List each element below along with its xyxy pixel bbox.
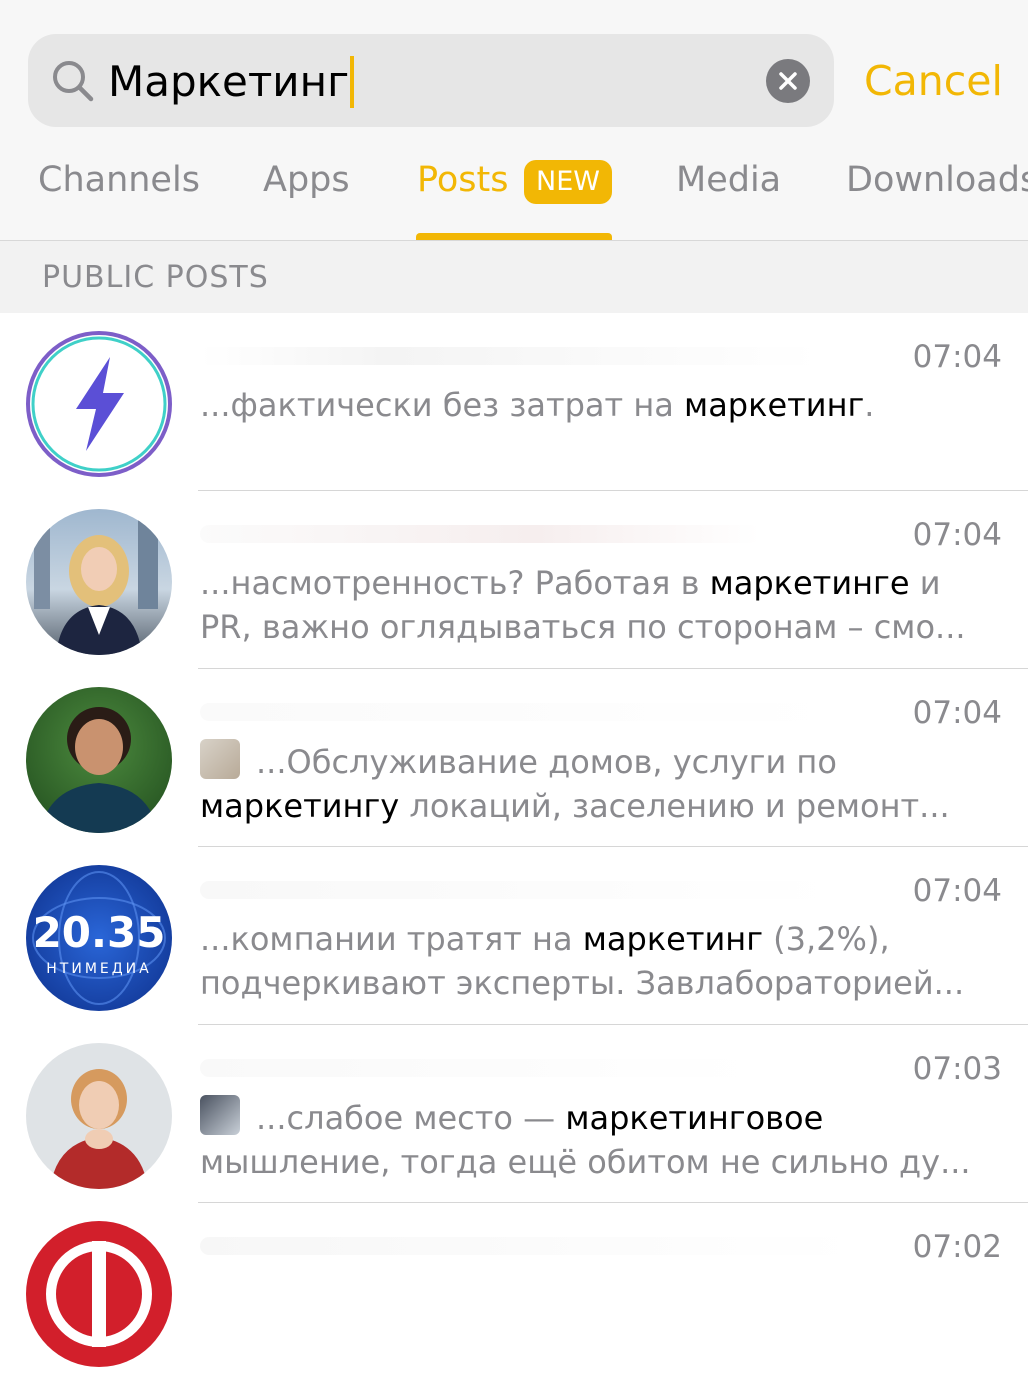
post-snippet: ...компании тратят на маркетинг (3,2%), … bbox=[200, 920, 965, 1002]
avatar bbox=[26, 1221, 172, 1367]
tab-posts[interactable]: Posts bbox=[417, 156, 508, 204]
list-item[interactable]: 07:04 ...Обслуживание домов, услуги по м… bbox=[0, 669, 1028, 847]
list-item[interactable]: 07:04 ...насмотренность? Работая в марке… bbox=[0, 491, 1028, 669]
list-item[interactable]: 07:02 bbox=[0, 1203, 1028, 1381]
text-caret bbox=[350, 56, 355, 108]
post-time: 07:04 bbox=[912, 873, 1002, 909]
channel-name-hidden bbox=[200, 525, 760, 543]
section-title: PUBLIC POSTS bbox=[42, 260, 269, 295]
list-item[interactable]: 07:03 ...слабое место — маркетинговое мы… bbox=[0, 1025, 1028, 1203]
post-time: 07:04 bbox=[912, 517, 1002, 553]
post-time: 07:03 bbox=[912, 1051, 1002, 1087]
post-snippet: ...насмотренность? Работая в маркетинге … bbox=[200, 564, 966, 646]
search-query[interactable]: Маркетинг bbox=[108, 56, 355, 108]
tab-media[interactable]: Media bbox=[676, 156, 781, 204]
avatar bbox=[26, 509, 172, 655]
new-badge: NEW bbox=[524, 160, 612, 204]
list-item[interactable]: 20.35 НТИМЕДИА 07:04 ...компании тратят … bbox=[0, 847, 1028, 1025]
avatar bbox=[26, 331, 172, 477]
post-snippet: ...фактически без затрат на маркетинг. bbox=[200, 386, 875, 424]
avatar-logo-subtext: НТИМЕДИА bbox=[46, 961, 151, 977]
clear-search-icon[interactable] bbox=[766, 59, 810, 103]
post-time: 07:02 bbox=[912, 1229, 1002, 1265]
media-thumbnail bbox=[200, 1095, 240, 1135]
list-item[interactable]: 07:04 ...фактически без затрат на маркет… bbox=[0, 313, 1028, 491]
channel-name-hidden bbox=[200, 347, 820, 365]
post-snippet: ...слабое место — маркетинговое мышление… bbox=[200, 1095, 1004, 1184]
post-snippet: ...Обслуживание домов, услуги по маркети… bbox=[200, 739, 1004, 828]
post-time: 07:04 bbox=[912, 339, 1002, 375]
channel-name-hidden bbox=[200, 1237, 860, 1255]
media-thumbnail bbox=[200, 739, 240, 779]
channel-name-hidden bbox=[200, 881, 840, 899]
tab-apps[interactable]: Apps bbox=[263, 156, 350, 204]
avatar bbox=[26, 1043, 172, 1189]
tab-channels[interactable]: Channels bbox=[38, 156, 200, 204]
tab-downloads[interactable]: Downloads bbox=[846, 156, 1028, 204]
post-time: 07:04 bbox=[912, 695, 1002, 731]
channel-name-hidden bbox=[200, 703, 840, 721]
cancel-button[interactable]: Cancel bbox=[864, 55, 1003, 107]
search-icon bbox=[53, 61, 94, 102]
avatar bbox=[26, 687, 172, 833]
avatar: 20.35 НТИМЕДИА bbox=[26, 865, 172, 1011]
avatar-logo-text: 20.35 bbox=[33, 908, 166, 957]
channel-name-hidden bbox=[200, 1059, 760, 1077]
